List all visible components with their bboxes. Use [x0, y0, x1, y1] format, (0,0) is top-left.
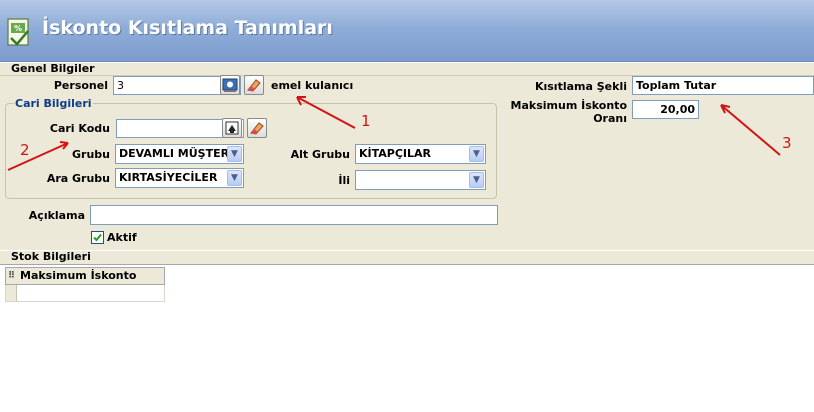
annotation-arrow-3	[720, 104, 781, 156]
annotation-arrow-2	[7, 142, 69, 171]
annotation-label-3: 3	[782, 134, 792, 152]
annotation-arrows	[7, 96, 781, 171]
annotation-label-2: 2	[20, 141, 30, 159]
annotation-label-1: 1	[361, 112, 371, 130]
annotation-arrow-1	[296, 96, 356, 129]
